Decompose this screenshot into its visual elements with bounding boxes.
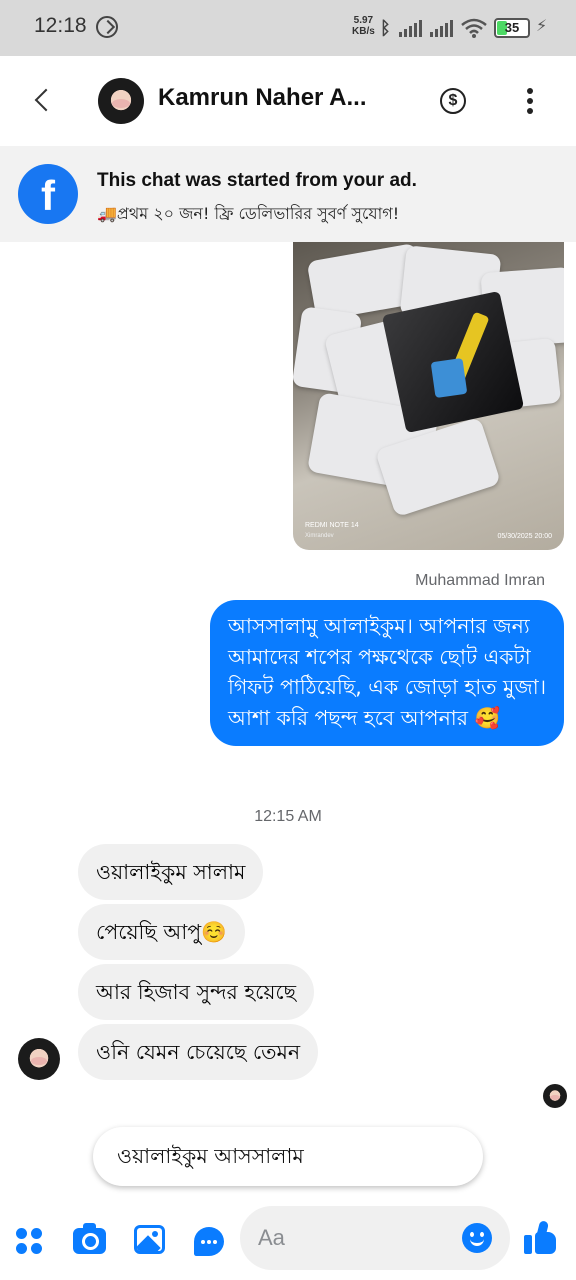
dollar-icon[interactable]: $	[440, 88, 466, 114]
chat-header: Kamrun Naher A... $	[0, 56, 576, 146]
status-bar: 12:18 5.97 KB/s ᛒ 35 ⚡	[0, 0, 576, 56]
outgoing-message[interactable]: আসসালামু আলাইকুম। আপনার জন্য আমাদের শপের…	[210, 600, 564, 746]
ad-banner-subtitle: 🚚প্রথম ২০ জন! ফ্রি ডেলিভারির সুবর্ণ সুযো…	[97, 204, 400, 223]
photo-caption-date: 05/30/2025 20:00	[497, 533, 553, 540]
battery-icon: 35	[494, 18, 530, 38]
apps-icon[interactable]	[16, 1228, 44, 1256]
more-icon[interactable]	[526, 88, 534, 114]
contact-avatar[interactable]	[98, 78, 144, 124]
status-time: 12:18	[34, 14, 87, 37]
network-speed-unit: KB/s	[352, 26, 375, 37]
incoming-message[interactable]: পেয়েছি আপু☺️	[78, 904, 245, 960]
sender-name: Muhammad Imran	[415, 572, 545, 589]
signal-icon	[398, 19, 422, 37]
battery-label: 35	[504, 20, 520, 35]
back-arrow-icon[interactable]	[30, 86, 56, 116]
camera-icon[interactable]	[73, 1223, 106, 1254]
photo-caption-author: Ximrandev	[305, 533, 334, 539]
status-icons: ᛒ	[378, 14, 487, 42]
gallery-icon[interactable]	[134, 1225, 165, 1254]
message-timestamp: 12:15 AM	[254, 808, 322, 825]
charging-icon: ⚡	[536, 16, 548, 35]
contact-avatar-small[interactable]	[18, 1038, 60, 1080]
network-speed-value: 5.97	[353, 15, 374, 26]
shared-photo[interactable]: REDMI NOTE 14 Ximrandev 05/30/2025 20:00	[293, 242, 564, 550]
incoming-message[interactable]: ওয়ালাইকুম সালাম	[78, 844, 264, 900]
signal-icon-2	[429, 19, 453, 37]
photo-caption-device: REDMI NOTE 14	[305, 522, 359, 529]
facebook-icon: f	[18, 164, 78, 224]
ad-banner[interactable]: f This chat was started from your ad. 🚚প…	[0, 146, 576, 242]
emoji-icon[interactable]	[462, 1223, 492, 1253]
incoming-message[interactable]: আর হিজাব সুন্দর হয়েছে	[78, 964, 315, 1020]
like-icon[interactable]	[524, 1220, 556, 1256]
suggested-reply[interactable]: ওয়ালাইকুম আসসালাম	[93, 1127, 483, 1186]
bluetooth-icon: ᛒ	[380, 17, 391, 39]
incoming-message[interactable]: ওনি যেমন চেয়েছে তেমন	[78, 1024, 319, 1080]
chat-bubble-icon[interactable]	[194, 1227, 224, 1256]
message-composer: Aa	[0, 1198, 576, 1280]
ad-banner-title: This chat was started from your ad.	[97, 170, 417, 191]
wifi-icon	[461, 18, 487, 38]
notification-icon	[96, 16, 118, 38]
message-input-placeholder: Aa	[258, 1225, 285, 1250]
seen-indicator-avatar	[543, 1084, 567, 1108]
message-input[interactable]: Aa	[240, 1206, 510, 1270]
contact-name[interactable]: Kamrun Naher A...	[158, 84, 398, 112]
network-speed: 5.97 KB/s	[352, 15, 375, 37]
